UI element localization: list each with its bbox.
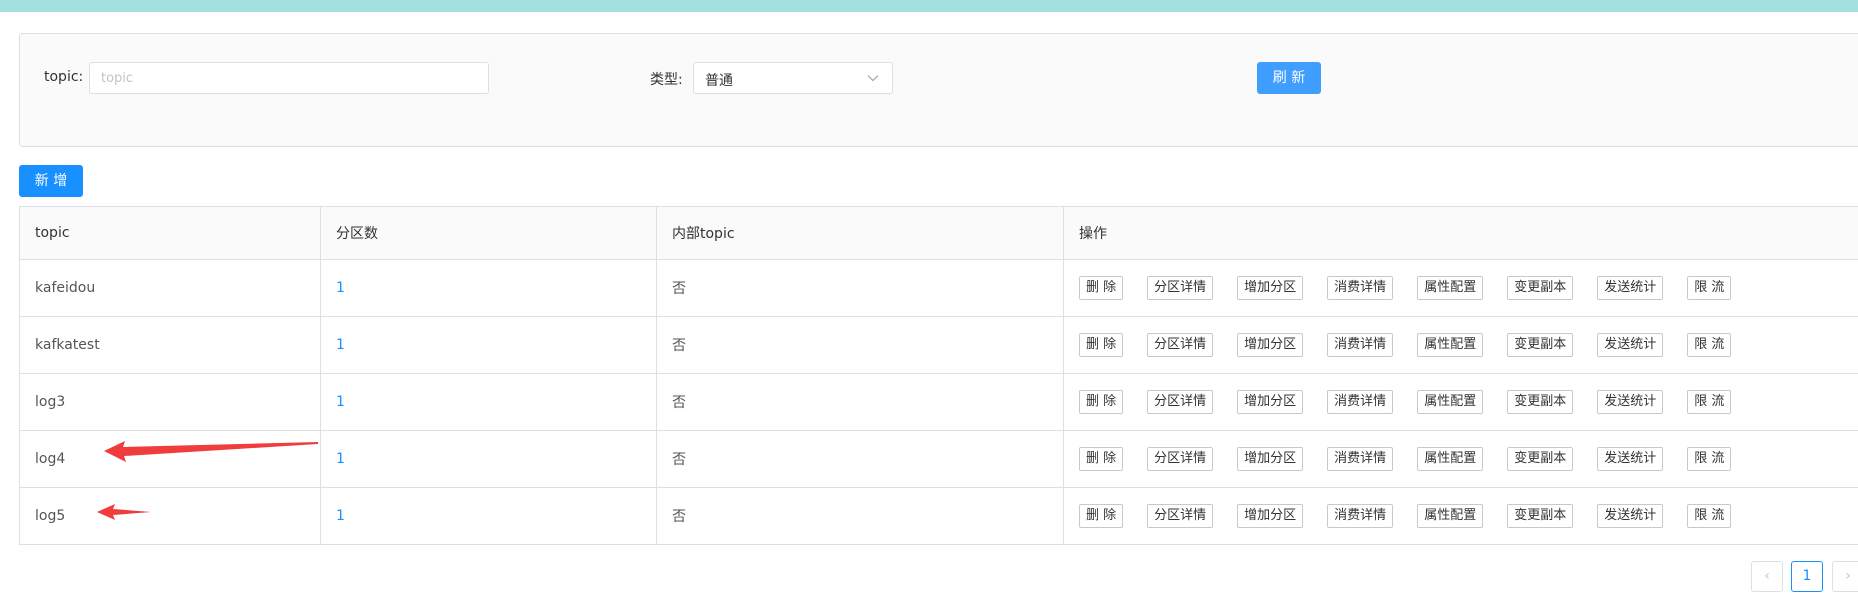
rate-limit-button[interactable]: 限 流	[1687, 276, 1732, 300]
consume-details-button[interactable]: 消费详情	[1327, 276, 1394, 300]
delete-button[interactable]: 删 除	[1079, 390, 1124, 414]
change-replica-button[interactable]: 变更副本	[1507, 333, 1574, 357]
partition-count-link[interactable]: 1	[336, 451, 345, 467]
add-partition-button[interactable]: 增加分区	[1237, 333, 1304, 357]
internal-topic-cell: 否	[657, 317, 1064, 373]
internal-topic-cell: 否	[657, 488, 1064, 544]
partition-details-button[interactable]: 分区详情	[1147, 390, 1214, 414]
add-partition-button[interactable]: 增加分区	[1237, 504, 1304, 528]
topic-name-cell: kafkatest	[20, 317, 321, 373]
add-partition-button[interactable]: 增加分区	[1237, 390, 1304, 414]
rate-limit-button[interactable]: 限 流	[1687, 333, 1732, 357]
partition-count-link[interactable]: 1	[336, 337, 345, 353]
actions-cell: 删 除分区详情 增加分区 消费详情 属性配置 变更副本 发送统计限 流	[1064, 260, 1858, 316]
actions-cell: 删 除分区详情 增加分区 消费详情 属性配置 变更副本 发送统计限 流	[1064, 317, 1858, 373]
partition-count-link[interactable]: 1	[336, 508, 345, 524]
attribute-config-button[interactable]: 属性配置	[1417, 447, 1484, 471]
add-partition-button[interactable]: 增加分区	[1237, 276, 1304, 300]
send-stats-button[interactable]: 发送统计	[1597, 447, 1664, 471]
annotation-arrow-icon	[97, 504, 151, 520]
pagination-page-1[interactable]: 1	[1791, 561, 1823, 592]
internal-topic-cell: 否	[657, 374, 1064, 430]
actions-cell: 删 除分区详情 增加分区 消费详情 属性配置 变更副本 发送统计限 流	[1064, 374, 1858, 430]
consume-details-button[interactable]: 消费详情	[1327, 504, 1394, 528]
rate-limit-button[interactable]: 限 流	[1687, 390, 1732, 414]
delete-button[interactable]: 删 除	[1079, 447, 1124, 471]
chevron-down-icon	[867, 75, 879, 82]
internal-topic-cell: 否	[657, 260, 1064, 316]
pagination-prev-button[interactable]: ‹	[1751, 561, 1783, 592]
partition-details-button[interactable]: 分区详情	[1147, 504, 1214, 528]
send-stats-button[interactable]: 发送统计	[1597, 390, 1664, 414]
delete-button[interactable]: 删 除	[1079, 333, 1124, 357]
header-actions: 操作	[1064, 207, 1858, 259]
table-row: kafeidou 1 否删 除分区详情 增加分区 消费详情 属性配置 变更副本 发送统计限 流	[20, 260, 1858, 317]
consume-details-button[interactable]: 消费详情	[1327, 447, 1394, 471]
type-select[interactable]: 普通	[693, 62, 893, 94]
change-replica-button[interactable]: 变更副本	[1507, 447, 1574, 471]
actions-cell: 删 除分区详情 增加分区 消费详情 属性配置 变更副本 发送统计限 流	[1064, 431, 1858, 487]
topic-filter-label: topic:	[44, 69, 84, 85]
attribute-config-button[interactable]: 属性配置	[1417, 333, 1484, 357]
header-partitions: 分区数	[321, 207, 657, 259]
topic-name-cell: log5	[20, 488, 321, 544]
partition-count-link[interactable]: 1	[336, 394, 345, 410]
partition-details-button[interactable]: 分区详情	[1147, 447, 1214, 471]
topic-name-cell: kafeidou	[20, 260, 321, 316]
header-topic: topic	[20, 207, 321, 259]
partition-details-button[interactable]: 分区详情	[1147, 333, 1214, 357]
topic-table: topic 分区数 内部topic 操作 kafeidou 1 否删 除分区详情 增加…	[19, 206, 1858, 545]
add-topic-button[interactable]: 新 增	[19, 165, 83, 197]
rate-limit-button[interactable]: 限 流	[1687, 447, 1732, 471]
partition-count-link[interactable]: 1	[336, 280, 345, 296]
send-stats-button[interactable]: 发送统计	[1597, 333, 1664, 357]
attribute-config-button[interactable]: 属性配置	[1417, 276, 1484, 300]
refresh-button[interactable]: 刷 新	[1257, 62, 1321, 94]
partition-details-button[interactable]: 分区详情	[1147, 276, 1214, 300]
table-row: kafkatest 1 否删 除分区详情 增加分区 消费详情 属性配置 变更副本 发送统计限 …	[20, 317, 1858, 374]
annotation-arrow-icon	[104, 441, 318, 462]
change-replica-button[interactable]: 变更副本	[1507, 276, 1574, 300]
header-internal-topic: 内部topic	[657, 207, 1064, 259]
send-stats-button[interactable]: 发送统计	[1597, 504, 1664, 528]
rate-limit-button[interactable]: 限 流	[1687, 504, 1732, 528]
consume-details-button[interactable]: 消费详情	[1327, 333, 1394, 357]
consume-details-button[interactable]: 消费详情	[1327, 390, 1394, 414]
filter-panel: topic: 类型: 普通 刷 新	[19, 33, 1858, 147]
topic-search-input[interactable]	[89, 62, 489, 94]
change-replica-button[interactable]: 变更副本	[1507, 390, 1574, 414]
delete-button[interactable]: 删 除	[1079, 504, 1124, 528]
table-row: log5 1 否删 除分区详情 增加分区 消费详情 属性配置 变更副本 发送统计限 流	[20, 488, 1858, 545]
add-partition-button[interactable]: 增加分区	[1237, 447, 1304, 471]
internal-topic-cell: 否	[657, 431, 1064, 487]
actions-cell: 删 除分区详情 增加分区 消费详情 属性配置 变更副本 发送统计限 流	[1064, 488, 1858, 544]
change-replica-button[interactable]: 变更副本	[1507, 504, 1574, 528]
top-bar	[0, 0, 1858, 12]
attribute-config-button[interactable]: 属性配置	[1417, 504, 1484, 528]
pagination-next-button[interactable]: ›	[1832, 561, 1858, 592]
topic-name-cell: log3	[20, 374, 321, 430]
send-stats-button[interactable]: 发送统计	[1597, 276, 1664, 300]
type-select-value: 普通	[705, 73, 733, 89]
type-filter-label: 类型:	[650, 72, 683, 88]
attribute-config-button[interactable]: 属性配置	[1417, 390, 1484, 414]
delete-button[interactable]: 删 除	[1079, 276, 1124, 300]
table-header-row: topic 分区数 内部topic 操作	[20, 207, 1858, 260]
table-row: log3 1 否删 除分区详情 增加分区 消费详情 属性配置 变更副本 发送统计限 流	[20, 374, 1858, 431]
